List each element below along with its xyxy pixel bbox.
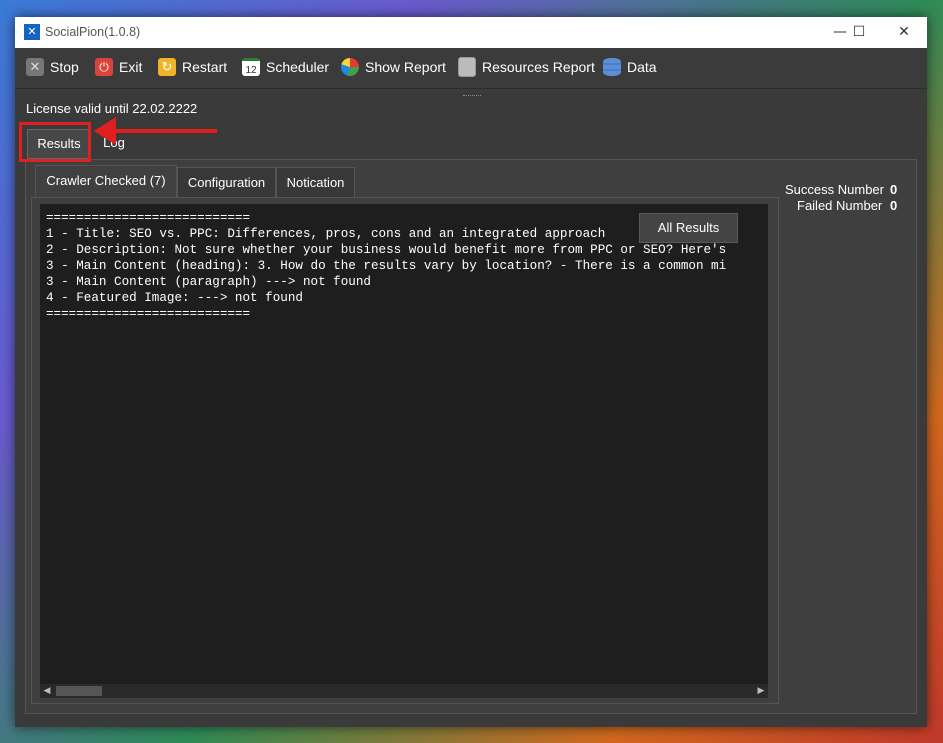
success-number-label: Success Number [785, 182, 884, 197]
restart-label: Restart [182, 59, 228, 75]
console-line: 1 - Title: SEO vs. PPC: Differences, pro… [46, 227, 606, 241]
scroll-left-icon[interactable]: ◀ [40, 684, 54, 698]
failed-number-value: 0 [890, 198, 897, 213]
tab-configuration[interactable]: Configuration [177, 167, 276, 198]
all-results-button[interactable]: All Results [639, 213, 738, 243]
maximize-button[interactable]: ☐ [844, 21, 874, 43]
success-number-value: 0 [890, 182, 897, 197]
license-text: License valid until 22.02.2222 [26, 101, 198, 116]
data-label: Data [627, 59, 657, 75]
stop-button[interactable]: ✕ Stop [26, 57, 79, 77]
annotation-arrow-icon [94, 117, 116, 145]
console-line: 3 - Main Content (heading): 3. How do th… [46, 259, 727, 273]
database-icon [603, 58, 621, 76]
console-line: =========================== [46, 211, 251, 225]
stop-label: Stop [50, 59, 79, 75]
document-icon [458, 57, 476, 77]
app-window: ✕ SocialPion(1.0.8) — ☐ ✕ ✕ Stop ⏻ Exit … [15, 17, 927, 727]
stop-icon: ✕ [26, 58, 44, 76]
app-logo-icon: ✕ [24, 24, 40, 40]
power-icon: ⏻ [95, 58, 113, 76]
calendar-icon: 12 [242, 58, 260, 76]
resources-report-button[interactable]: Resources Report [458, 57, 595, 77]
scheduler-label: Scheduler [266, 59, 330, 75]
scheduler-button[interactable]: 12 Scheduler [242, 57, 329, 77]
console-line: 3 - Main Content (paragraph) ---> not fo… [46, 275, 371, 289]
resources-report-label: Resources Report [482, 59, 595, 75]
scrollbar-thumb[interactable] [56, 686, 102, 696]
highlight-box [19, 122, 91, 162]
show-report-label: Show Report [365, 59, 446, 75]
exit-label: Exit [119, 59, 143, 75]
restart-button[interactable]: ↻ Restart [158, 57, 227, 77]
console-line: =========================== [46, 307, 251, 321]
restart-icon: ↻ [158, 58, 176, 76]
tab-notication[interactable]: Notication [276, 167, 355, 198]
toolbar-separator [15, 88, 927, 89]
scroll-right-icon[interactable]: ▶ [754, 684, 768, 698]
horizontal-scrollbar[interactable]: ◀ ▶ [40, 684, 768, 698]
window-title: SocialPion(1.0.8) [45, 25, 141, 39]
tab-crawler-checked[interactable]: Crawler Checked (7) [35, 165, 177, 198]
data-button[interactable]: Data [603, 57, 657, 77]
failed-value: 0 [890, 198, 898, 213]
show-report-button[interactable]: Show Report [341, 57, 446, 77]
success-value: 0 [890, 182, 898, 197]
title-bar: ✕ SocialPion(1.0.8) — ☐ ✕ [15, 17, 927, 48]
results-console[interactable]: =========================== 1 - Title: S… [40, 204, 768, 684]
splitter-grip[interactable] [463, 95, 481, 98]
console-line: 2 - Description: Not sure whether your b… [46, 243, 727, 257]
pie-chart-icon [341, 58, 359, 76]
failed-number-label: Failed Number [797, 198, 883, 213]
exit-button[interactable]: ⏻ Exit [95, 57, 142, 77]
close-button[interactable]: ✕ [889, 21, 919, 43]
console-line: 4 - Featured Image: ---> not found [46, 291, 303, 305]
annotation-arrow-line [112, 129, 217, 133]
toolbar: ✕ Stop ⏻ Exit ↻ Restart 12 Scheduler Sho… [15, 48, 927, 88]
